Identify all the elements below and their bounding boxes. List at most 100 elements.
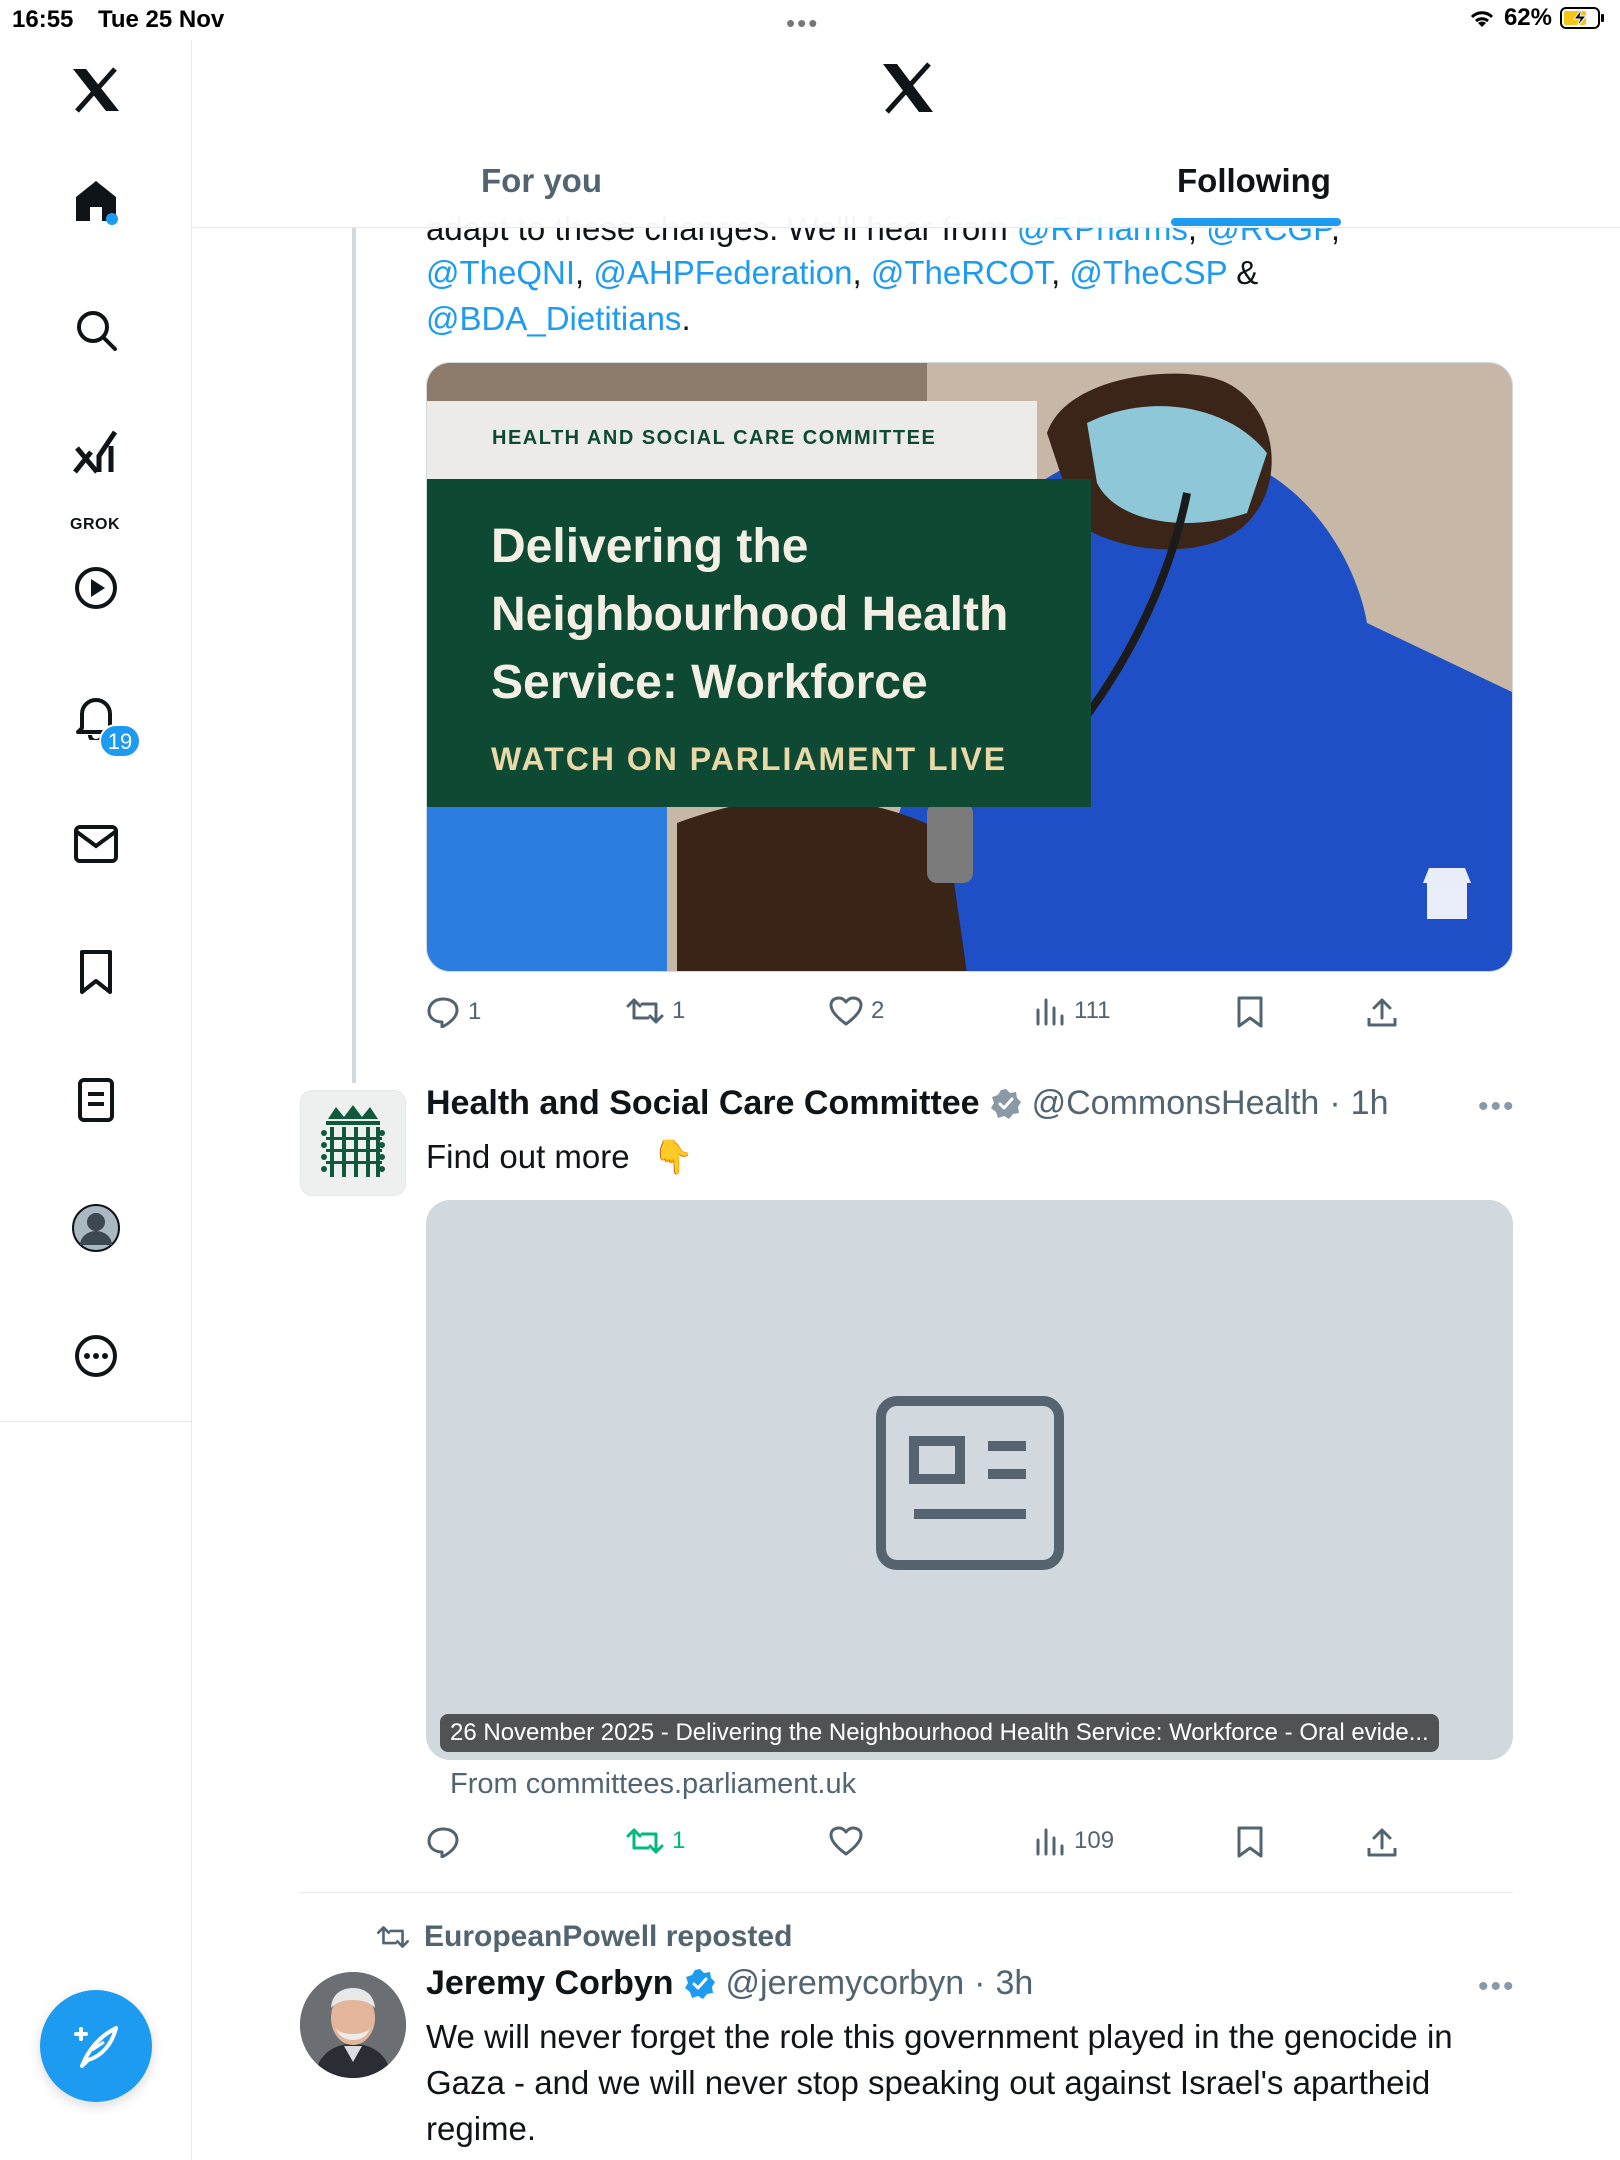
messages-mail-icon[interactable] — [66, 814, 126, 874]
battery-charging-icon — [1560, 7, 1604, 29]
media-title: Delivering the Neighbourhood Health Serv… — [491, 520, 1009, 709]
views-analytics-icon — [1036, 1828, 1064, 1856]
bookmark-button[interactable] — [1236, 996, 1264, 1028]
repost-count: 1 — [672, 1827, 686, 1854]
heart-icon — [829, 996, 863, 1026]
timeline-header: For you Following — [193, 40, 1620, 228]
repost-icon-active — [626, 1828, 664, 1854]
repost-button[interactable]: 1 — [626, 996, 685, 1026]
reply-icon — [427, 1827, 459, 1858]
lists-icon[interactable] — [66, 1070, 126, 1130]
share-button[interactable] — [1366, 996, 1398, 1028]
views-count: 109 — [1074, 1827, 1115, 1854]
commonshealth-avatar[interactable] — [300, 1090, 406, 1196]
portcullis-logo-icon — [321, 1105, 385, 1177]
tweet2-author-line: Health and Social Care Committee @Common… — [426, 1084, 1389, 1123]
tweet2-actions: 1 109 — [426, 1818, 1516, 1868]
heart-icon — [829, 1826, 863, 1856]
repost-button[interactable]: 1 — [626, 1826, 685, 1856]
status-bar: 16:55 Tue 25 Nov ••• 62% — [0, 0, 1620, 40]
link-preview-card[interactable]: 26 November 2025 - Delivering the Neighb… — [426, 1200, 1513, 1760]
pointing-down-emoji: 👇 — [652, 1138, 694, 1175]
grok-icon[interactable] — [66, 422, 126, 482]
author-name[interactable]: Jeremy Corbyn — [426, 1964, 674, 2003]
status-time: 16:55 — [12, 6, 74, 33]
article-placeholder-icon — [876, 1396, 1064, 1570]
tweet-divider — [300, 1892, 1513, 1893]
views-count: 111 — [1074, 997, 1111, 1024]
tweet3-text: We will never forget the role this gover… — [426, 2018, 1453, 2147]
search-icon[interactable] — [66, 300, 126, 360]
author-handle[interactable]: @jeremycorbyn — [726, 1964, 965, 2003]
dot-separator: · — [974, 1964, 986, 2002]
like-button[interactable]: 2 — [829, 996, 884, 1026]
thread-connector-line — [352, 228, 356, 1083]
bookmark-button[interactable] — [1236, 1826, 1264, 1858]
views-analytics-icon — [1036, 998, 1064, 1026]
repost-small-icon — [376, 1926, 410, 1948]
mention-link[interactable]: @TheCSP — [1069, 254, 1227, 291]
tab-following[interactable]: Following — [1177, 162, 1331, 200]
like-count: 2 — [871, 997, 885, 1024]
repost-icon — [626, 998, 664, 1024]
share-button[interactable] — [1366, 1826, 1398, 1858]
tweet2-more-icon[interactable]: ••• — [1478, 1090, 1516, 1124]
compose-feather-icon — [74, 2026, 118, 2068]
bookmark-icon — [1237, 996, 1263, 1028]
ampersand: & — [1236, 254, 1259, 291]
profile-photo — [300, 1972, 406, 2078]
x-header-logo-icon[interactable] — [881, 62, 935, 119]
tweet1-actions: 1 1 2 111 — [426, 988, 1516, 1038]
reply-button[interactable] — [426, 1826, 468, 1858]
tweet2-text: Find out more 👇 — [426, 1134, 694, 1180]
sidebar-nav: GROK 19 — [0, 40, 192, 1422]
tweet3-author-line: Jeremy Corbyn @jeremycorbyn · 3h — [426, 1964, 1033, 2003]
mention-link[interactable]: @TheQNI — [426, 254, 575, 291]
share-icon — [1367, 1828, 1397, 1857]
reply-count: 1 — [468, 998, 482, 1025]
mention-link[interactable]: @BDA_Dietitians — [426, 300, 681, 337]
compose-post-button[interactable] — [40, 1990, 152, 2102]
profile-avatar-icon[interactable] — [66, 1198, 126, 1258]
author-name[interactable]: Health and Social Care Committee — [426, 1084, 980, 1123]
jeremycorbyn-avatar[interactable] — [300, 1972, 406, 2078]
tab-for-you[interactable]: For you — [481, 162, 602, 200]
x-logo-icon[interactable] — [66, 60, 126, 120]
more-options-icon[interactable] — [66, 1326, 126, 1386]
reply-icon — [427, 997, 459, 1028]
verified-badge-icon — [990, 1088, 1021, 1119]
card-source-domain[interactable]: From committees.parliament.uk — [450, 1768, 856, 1801]
committee-label-banner: HEALTH AND SOCIAL CARE COMMITTEE — [427, 401, 1037, 479]
committee-label: HEALTH AND SOCIAL CARE COMMITTEE — [492, 427, 937, 449]
like-button[interactable] — [829, 1826, 871, 1856]
repost-attribution[interactable]: EuropeanPowell reposted — [376, 1920, 792, 1954]
dot-separator: · — [1329, 1084, 1341, 1122]
wifi-icon — [1470, 11, 1494, 27]
battery-percent: 62% — [1503, 4, 1552, 31]
verified-badge-icon — [684, 1968, 715, 1999]
tweet1-text: @TheQNI, @AHPFederation, @TheRCOT, @TheC… — [426, 254, 1259, 337]
views-button[interactable]: 111 — [1034, 996, 1110, 1026]
mention-link[interactable]: @AHPFederation — [593, 254, 852, 291]
media-title-panel: Delivering the Neighbourhood Health Serv… — [427, 479, 1091, 807]
tweet1-media-image[interactable]: HEALTH AND SOCIAL CARE COMMITTEE Deliver… — [426, 362, 1513, 972]
mention-link[interactable]: @TheRCOT — [871, 254, 1051, 291]
author-handle[interactable]: @CommonsHealth — [1032, 1084, 1320, 1123]
video-play-icon[interactable] — [66, 558, 126, 618]
share-icon — [1367, 998, 1397, 1027]
bookmarks-icon[interactable] — [66, 942, 126, 1002]
tweet3-more-icon[interactable]: ••• — [1478, 1970, 1516, 2004]
home-unread-dot — [106, 213, 118, 225]
views-button[interactable]: 109 — [1034, 1826, 1114, 1856]
active-tab-indicator — [1171, 218, 1341, 226]
tweet2-body: Find out more — [426, 1138, 630, 1175]
media-cta: WATCH ON PARLIAMENT LIVE — [491, 741, 1008, 777]
status-date: Tue 25 Nov — [98, 6, 225, 33]
reply-button[interactable]: 1 — [426, 996, 481, 1028]
grok-label: GROK — [70, 516, 120, 533]
tweet-time[interactable]: 1h — [1351, 1084, 1389, 1123]
repost-count: 1 — [672, 997, 686, 1024]
tweet-time[interactable]: 3h — [995, 1964, 1033, 2003]
multitask-dots-icon[interactable]: ••• — [786, 8, 819, 39]
notifications-badge: 19 — [99, 724, 141, 758]
